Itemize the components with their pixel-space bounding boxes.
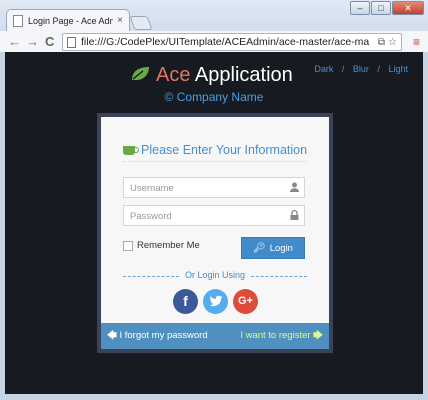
theme-blur-link[interactable]: Blur	[353, 64, 369, 74]
translate-icon[interactable]: ⧉	[378, 37, 385, 48]
twitter-icon	[209, 295, 222, 307]
remember-label: Remember Me	[137, 240, 200, 251]
address-bar[interactable]: file:///G:/CodePlex/UITemplate/ACEAdmin/…	[62, 33, 402, 51]
register-label: I want to register	[240, 330, 311, 341]
theme-light-link[interactable]: Light	[388, 64, 408, 74]
company-name: © Company Name	[164, 90, 264, 104]
google-plus-icon: G+	[238, 295, 253, 307]
brand-ace: Ace	[156, 64, 191, 86]
login-page: Ace Application © Company Name Dark / Bl…	[5, 52, 423, 394]
user-icon	[290, 182, 299, 192]
login-box: Please Enter Your Information Remember M…	[97, 113, 333, 353]
minimize-button[interactable]: –	[350, 1, 370, 15]
login-widget: Please Enter Your Information Remember M…	[101, 117, 329, 349]
login-button-label: Login	[269, 242, 293, 254]
facebook-login-button[interactable]: f	[173, 289, 198, 314]
new-tab-button[interactable]	[129, 16, 153, 30]
lock-icon	[290, 210, 299, 220]
close-window-button[interactable]: ✕	[392, 1, 424, 15]
remember-checkbox[interactable]	[123, 240, 133, 251]
brand-application: Application	[194, 64, 293, 86]
register-link[interactable]: I want to register 🡆	[240, 328, 323, 344]
arrow-left-icon: 🡄	[107, 330, 120, 341]
password-input[interactable]	[124, 207, 284, 226]
login-heading-text: Please Enter Your Information	[141, 143, 308, 157]
theme-dark-link[interactable]: Dark	[314, 64, 333, 74]
login-button[interactable]: 🔑︎ Login	[241, 237, 305, 259]
tab-title: Login Page - Ace Admin	[28, 15, 113, 26]
coffee-icon	[123, 146, 139, 155]
arrow-right-icon: 🡆	[310, 330, 323, 341]
forgot-password-label: I forgot my password	[119, 330, 208, 341]
reload-button[interactable]: C	[45, 34, 54, 49]
url-text[interactable]: file:///G:/CodePlex/UITemplate/ACEAdmin/…	[81, 36, 375, 48]
browser-chrome: Login Page - Ace Admin × – □ ✕ ← → C fil…	[0, 0, 428, 52]
remember-me[interactable]: Remember Me	[123, 240, 200, 251]
twitter-login-button[interactable]	[203, 289, 228, 314]
menu-icon[interactable]: ≡	[413, 35, 420, 49]
password-field[interactable]	[123, 205, 305, 226]
username-input[interactable]	[124, 179, 284, 198]
key-icon: 🔑︎	[253, 242, 266, 254]
back-button[interactable]: ←	[8, 34, 21, 49]
divider-line	[251, 276, 307, 277]
browser-toolbar: ← → C file:///G:/CodePlex/UITemplate/ACE…	[0, 31, 428, 52]
username-field[interactable]	[123, 177, 305, 198]
google-plus-login-button[interactable]: G+	[233, 289, 258, 314]
theme-separator: /	[377, 64, 380, 74]
social-divider: Or Login Using	[123, 270, 307, 282]
forward-button[interactable]: →	[26, 34, 39, 49]
forgot-password-link[interactable]: 🡄 I forgot my password	[107, 328, 208, 344]
star-icon[interactable]: ☆	[388, 37, 397, 48]
page-icon	[13, 14, 23, 27]
browser-tab[interactable]: Login Page - Ace Admin ×	[6, 9, 130, 31]
or-login-using: Or Login Using	[184, 270, 246, 280]
login-heading: Please Enter Your Information	[123, 143, 307, 157]
heading-divider	[123, 161, 307, 162]
app-title: Ace Application	[130, 64, 293, 87]
page-icon	[67, 36, 76, 48]
maximize-button[interactable]: □	[371, 1, 391, 15]
theme-switcher: Dark / Blur / Light	[311, 64, 411, 74]
window-controls: – □ ✕	[349, 1, 424, 15]
theme-separator: /	[341, 64, 345, 74]
login-footer: 🡄 I forgot my password I want to registe…	[101, 323, 329, 349]
facebook-icon: f	[183, 293, 188, 309]
close-tab-icon[interactable]: ×	[117, 15, 123, 26]
